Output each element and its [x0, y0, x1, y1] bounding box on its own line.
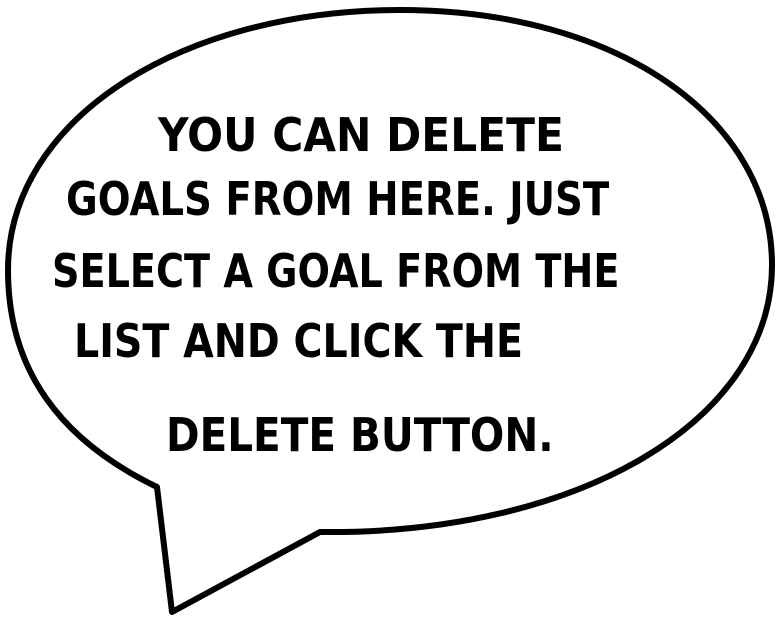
- speech-bubble-outline: [5, 7, 775, 615]
- speech-bubble: [5, 7, 775, 615]
